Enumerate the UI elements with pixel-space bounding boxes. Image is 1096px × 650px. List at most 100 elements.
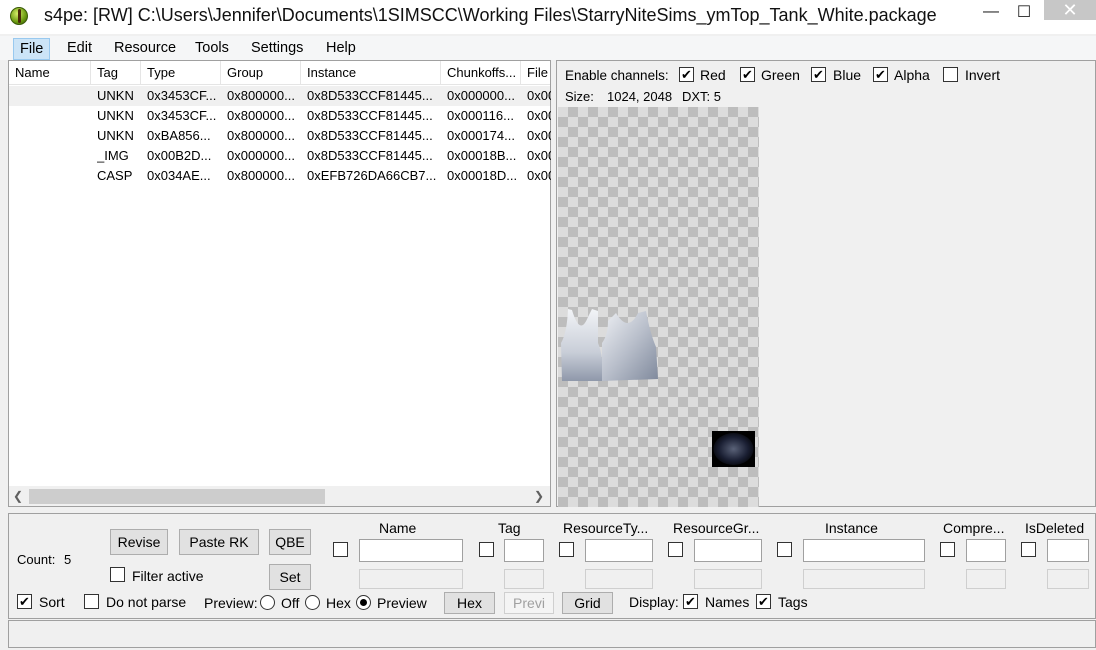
filter-tag-value-disabled	[504, 569, 544, 589]
cell-name	[15, 126, 91, 146]
filter-isdeleted-input[interactable]	[1047, 539, 1089, 562]
preview-preview-radio[interactable]	[356, 595, 371, 610]
cell-instance: 0x8D533CCF81445...	[307, 108, 433, 123]
filter-isdeleted-value-disabled	[1047, 569, 1089, 589]
filter-header-name: Name	[379, 520, 417, 536]
cell-name	[15, 166, 91, 186]
list-header: Name Tag Type Group Instance Chunkoffs..…	[9, 61, 550, 85]
column-header-instance[interactable]: Instance	[301, 61, 441, 85]
column-header-tag[interactable]: Tag	[91, 61, 141, 85]
filter-isdeleted-checkbox[interactable]	[1021, 542, 1036, 557]
column-header-chunkoffset[interactable]: Chunkoffs...	[441, 61, 521, 85]
do-not-parse-checkbox[interactable]	[84, 594, 99, 609]
table-row[interactable]: UNKN 0x3453CF... 0x800000... 0x8D533CCF8…	[9, 106, 551, 126]
revise-button[interactable]: Revise	[110, 529, 168, 555]
red-channel-checkbox[interactable]: ✔	[679, 67, 694, 82]
names-label: Names	[705, 594, 750, 610]
filter-name-checkbox[interactable]	[333, 542, 348, 557]
menu-settings[interactable]: Settings	[245, 38, 309, 60]
cell-group: 0x000000...	[227, 148, 295, 163]
preview-off-radio[interactable]	[260, 595, 275, 610]
filter-resourcetype-checkbox[interactable]	[559, 542, 574, 557]
preview-button: Previ	[504, 592, 554, 614]
menu-file[interactable]: File	[13, 38, 51, 60]
cell-group: 0x800000...	[227, 88, 295, 103]
cell-file: 0x00	[527, 108, 551, 123]
filter-instance-checkbox[interactable]	[777, 542, 792, 557]
cell-type: 0x034AE...	[147, 168, 211, 183]
cell-type: 0xBA856...	[147, 128, 211, 143]
scrollbar-thumb[interactable]	[29, 489, 325, 504]
column-header-type[interactable]: Type	[141, 61, 221, 85]
cell-tag: UNKN	[97, 128, 134, 143]
enable-channels-label: Enable channels:	[565, 68, 669, 83]
filter-name-input[interactable]	[359, 539, 463, 562]
filter-compressed-checkbox[interactable]	[940, 542, 955, 557]
scroll-right-icon[interactable]: ❯	[530, 486, 548, 506]
hex-button[interactable]: Hex	[444, 592, 495, 614]
filter-resourcegroup-checkbox[interactable]	[668, 542, 683, 557]
preview-off-label: Off	[281, 595, 300, 611]
cell-chunkoffset: 0x000174...	[447, 128, 515, 143]
set-button[interactable]: Set	[269, 564, 311, 590]
blue-channel-label: Blue	[833, 67, 862, 83]
column-header-group[interactable]: Group	[221, 61, 301, 85]
filter-header-resourcegroup: ResourceGr...	[673, 520, 760, 536]
filter-instance-input[interactable]	[803, 539, 925, 562]
sort-checkbox[interactable]: ✔	[17, 594, 32, 609]
scroll-left-icon[interactable]: ❮	[9, 486, 27, 506]
table-row[interactable]: UNKN 0xBA856... 0x800000... 0x8D533CCF81…	[9, 126, 551, 146]
blue-channel-checkbox[interactable]: ✔	[811, 67, 826, 82]
menu-edit[interactable]: Edit	[61, 38, 98, 60]
preview-hex-radio[interactable]	[305, 595, 320, 610]
invert-checkbox[interactable]	[943, 67, 958, 82]
horizontal-scrollbar[interactable]: ❮ ❯	[9, 486, 550, 506]
tags-checkbox[interactable]: ✔	[756, 594, 771, 609]
filter-resourcetype-value-disabled	[585, 569, 653, 589]
filter-resourcegroup-value-disabled	[694, 569, 762, 589]
table-row[interactable]: UNKN 0x3453CF... 0x800000... 0x8D533CCF8…	[9, 86, 551, 106]
tank-top-texture	[561, 309, 755, 467]
cell-chunkoffset: 0x00018B...	[447, 148, 517, 163]
tags-label: Tags	[778, 594, 808, 610]
filter-active-label: Filter active	[132, 568, 204, 584]
filter-resourcetype-input[interactable]	[585, 539, 653, 562]
cell-file: 0x00	[527, 148, 551, 163]
qbe-button[interactable]: QBE	[269, 529, 311, 555]
names-checkbox[interactable]: ✔	[683, 594, 698, 609]
filter-resourcegroup-input[interactable]	[694, 539, 762, 562]
column-header-file[interactable]: File	[521, 61, 552, 85]
cell-instance: 0x8D533CCF81445...	[307, 128, 433, 143]
alpha-channel-checkbox[interactable]: ✔	[873, 67, 888, 82]
paste-rk-button[interactable]: Paste RK	[179, 529, 259, 555]
filter-compressed-input[interactable]	[966, 539, 1006, 562]
filter-active-checkbox[interactable]	[110, 567, 125, 582]
size-value: 1024, 2048	[607, 89, 673, 104]
filter-tag-input[interactable]	[504, 539, 544, 562]
cell-tag: UNKN	[97, 108, 134, 123]
filter-instance-value-disabled	[803, 569, 925, 589]
cell-instance: 0x8D533CCF81445...	[307, 148, 433, 163]
display-label: Display:	[629, 594, 679, 610]
resource-list[interactable]: Name Tag Type Group Instance Chunkoffs..…	[8, 60, 551, 507]
count-label: Count:	[17, 552, 56, 567]
filter-tag-checkbox[interactable]	[479, 542, 494, 557]
minimize-icon[interactable]: —	[976, 0, 1006, 24]
maximize-icon[interactable]: ☐	[1009, 0, 1039, 24]
filter-panel: Count: 5 Revise Paste RK QBE Filter acti…	[8, 513, 1096, 619]
menu-bar: File Edit Resource Tools Settings Help	[0, 36, 1096, 60]
menu-help[interactable]: Help	[320, 38, 362, 60]
filter-header-instance: Instance	[825, 520, 878, 536]
grid-button[interactable]: Grid	[562, 592, 613, 614]
green-channel-checkbox[interactable]: ✔	[740, 67, 755, 82]
size-label: Size:	[565, 89, 594, 104]
preview-preview-label: Preview	[377, 595, 427, 611]
cell-group: 0x800000...	[227, 128, 295, 143]
filter-name-value-disabled	[359, 569, 463, 589]
table-row[interactable]: CASP 0x034AE... 0x800000... 0xEFB726DA66…	[9, 166, 551, 186]
column-header-name[interactable]: Name	[9, 61, 91, 85]
menu-tools[interactable]: Tools	[189, 38, 235, 60]
close-icon[interactable]: ✕	[1044, 0, 1096, 20]
menu-resource[interactable]: Resource	[108, 38, 182, 60]
table-row[interactable]: _IMG 0x00B2D... 0x000000... 0x8D533CCF81…	[9, 146, 551, 166]
